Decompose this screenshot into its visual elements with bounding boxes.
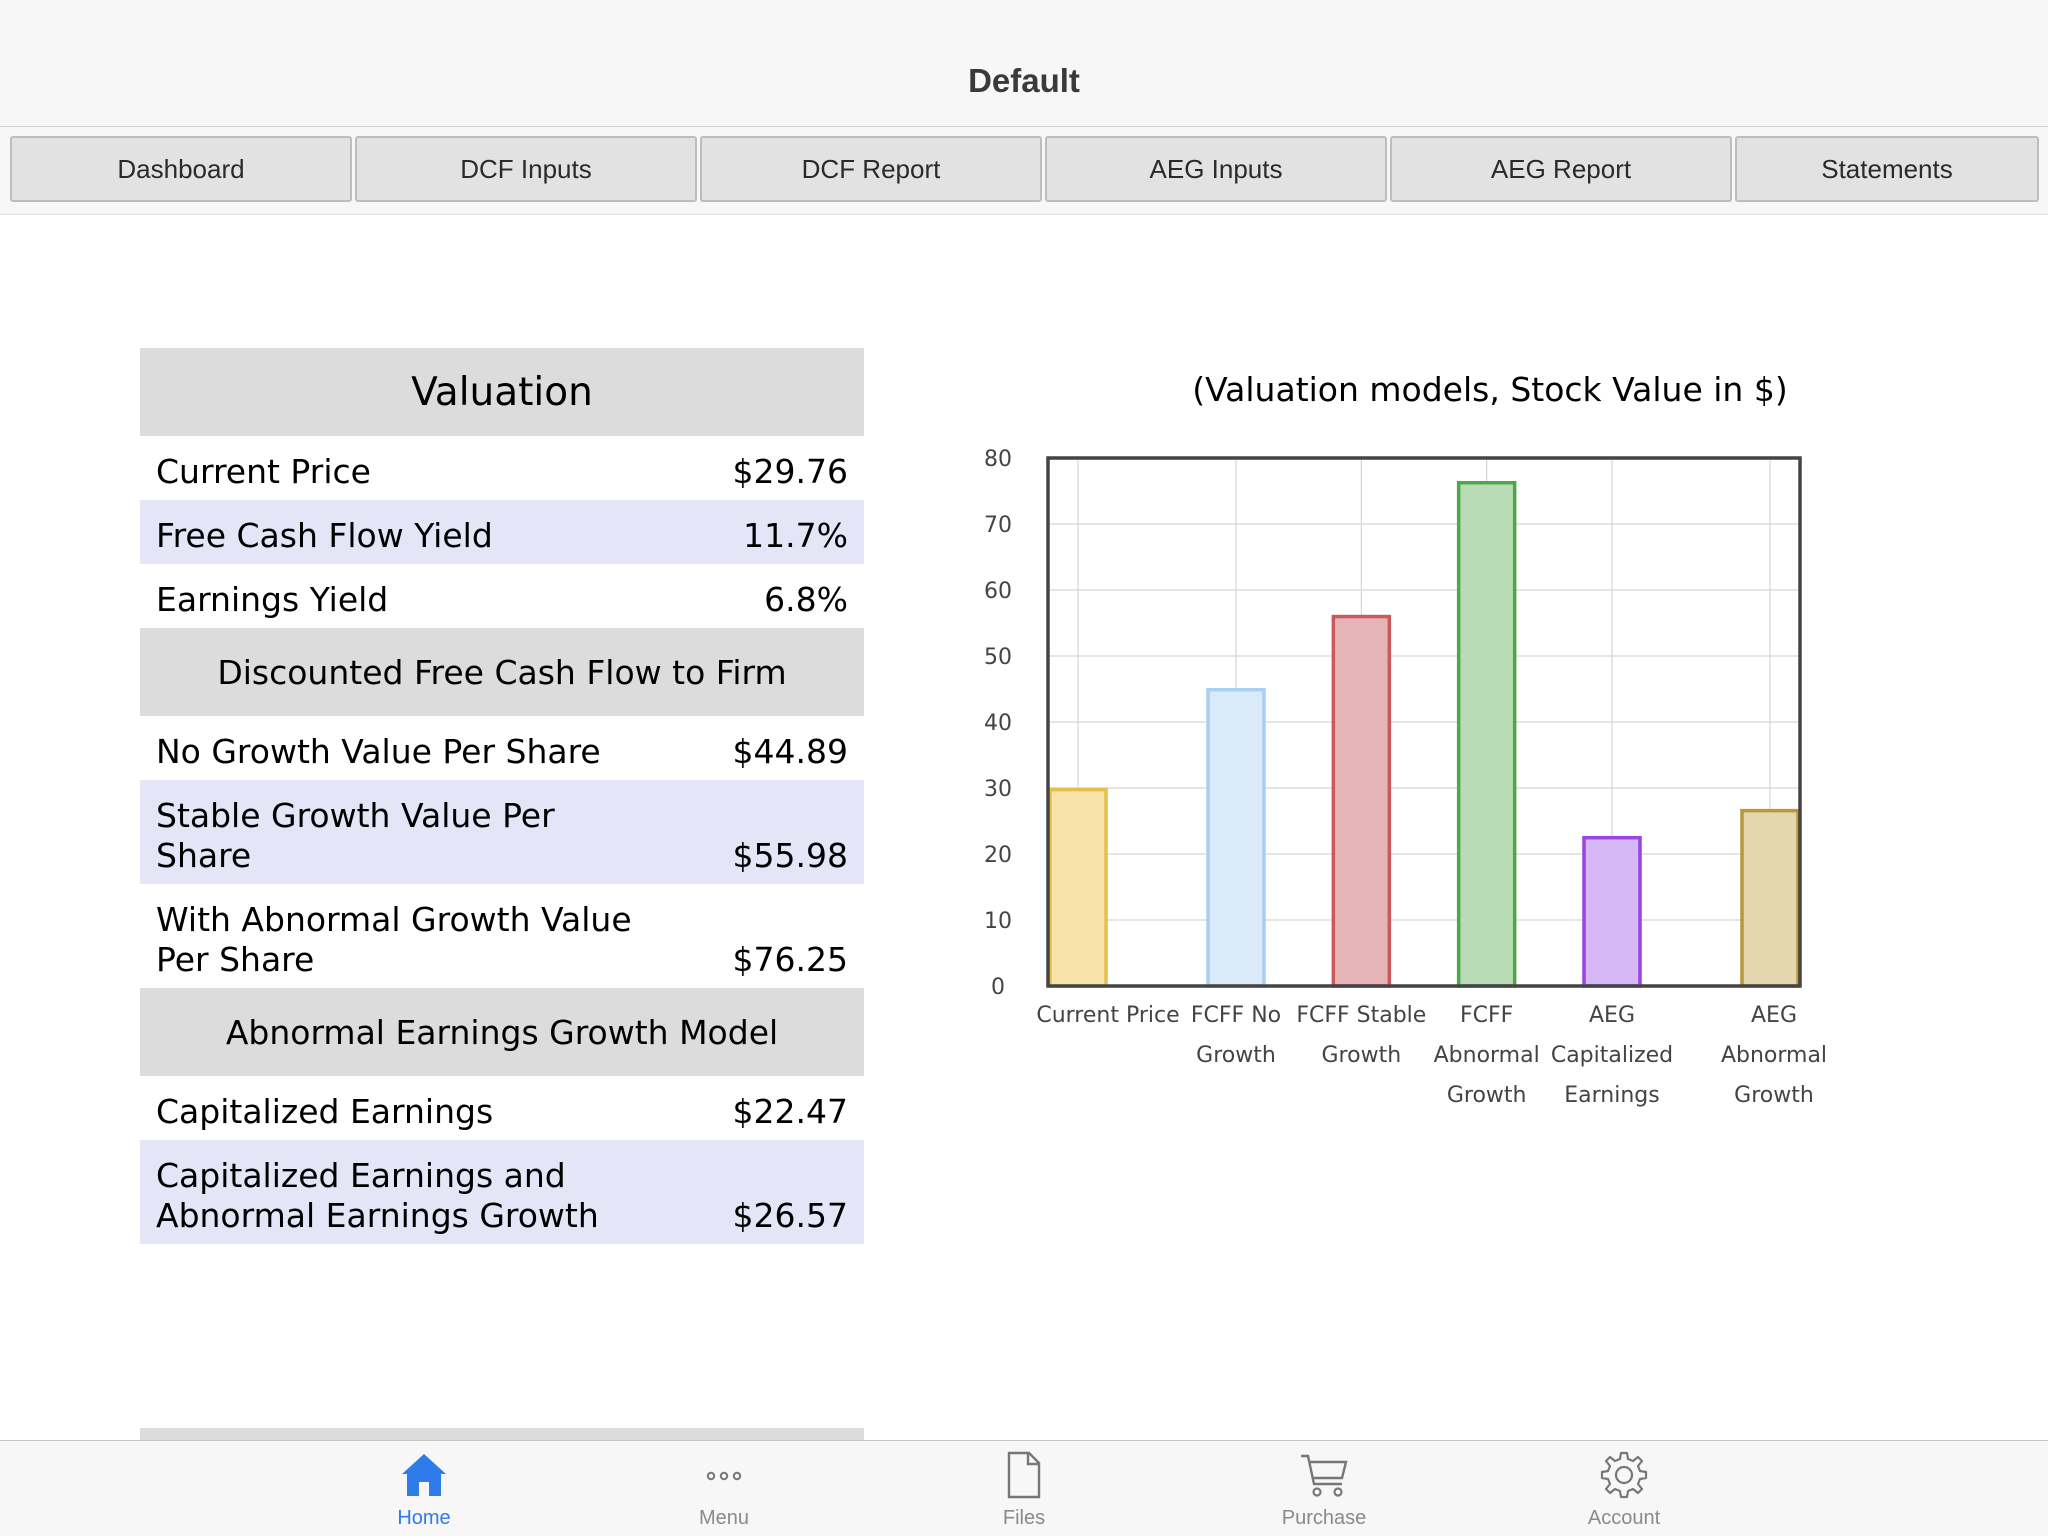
nav-home-label: Home: [397, 1507, 451, 1529]
x-tick-label: FCFF Stable: [1296, 1003, 1426, 1028]
abnormal-growth-value: $76.25: [732, 940, 848, 979]
fcf-yield-label: Free Cash Flow Yield: [156, 516, 493, 555]
x-tick-label: Earnings: [1564, 1083, 1659, 1108]
x-tick-label: Growth: [1196, 1043, 1276, 1068]
more-icon: [698, 1449, 750, 1501]
x-tick-label: Capitalized: [1551, 1043, 1673, 1068]
chart-bar: [1206, 687, 1266, 988]
chart-bar: [1582, 835, 1642, 988]
current-price-value: $29.76: [732, 452, 848, 491]
tab-bar: Dashboard DCF Inputs DCF Report AEG Inpu…: [0, 127, 2048, 215]
capitalized-aeg-label: Capitalized Earnings and Abnormal Earnin…: [156, 1156, 599, 1235]
gear-icon: [1598, 1449, 1650, 1501]
file-icon: [998, 1449, 1050, 1501]
x-tick-label: Abnormal: [1434, 1043, 1540, 1068]
nav-menu[interactable]: Menu: [644, 1441, 804, 1536]
bottom-nav: Home Menu Files Purchase Account: [0, 1440, 2048, 1536]
no-growth-label: No Growth Value Per Share: [156, 732, 601, 771]
nav-purchase-label: Purchase: [1281, 1507, 1367, 1529]
tab-aeg-inputs[interactable]: AEG Inputs: [1045, 136, 1387, 202]
chart-plot: 0 10 20 30 40 50 60 70 80 Current Price FCFF No Gro…: [984, 447, 1827, 1108]
earnings-yield-value: 6.8%: [764, 580, 848, 619]
x-tick-label: FCFF No: [1191, 1003, 1281, 1028]
y-tick-label: 40: [984, 711, 1012, 736]
chart-bar: [1331, 614, 1392, 988]
valuation-table: Valuation Current Price $29.76 Free Cash…: [140, 348, 864, 1244]
current-price-row: Current Price $29.76: [140, 436, 864, 500]
nav-home[interactable]: Home: [344, 1441, 504, 1536]
x-tick-label: Growth: [1734, 1083, 1814, 1108]
next-section-header-partial: [140, 1428, 864, 1440]
x-tick-label: FCFF: [1460, 1003, 1513, 1028]
abnormal-growth-label: With Abnormal Growth Value Per Share: [156, 900, 632, 979]
tab-statements[interactable]: Statements: [1735, 136, 2039, 202]
earnings-yield-label: Earnings Yield: [156, 580, 389, 619]
y-tick-label: 60: [984, 579, 1012, 604]
tab-dashboard[interactable]: Dashboard: [10, 136, 352, 202]
stable-growth-label: Stable Growth Value Per Share: [156, 796, 555, 875]
nav-account[interactable]: Account: [1544, 1441, 1704, 1536]
y-tick-label: 50: [984, 645, 1012, 670]
stable-growth-row: Stable Growth Value Per Share $55.98: [140, 780, 864, 884]
home-icon: [398, 1449, 450, 1501]
y-tick-label: 0: [991, 975, 1005, 1000]
current-price-label: Current Price: [156, 452, 371, 491]
stable-growth-value: $55.98: [732, 836, 848, 875]
y-tick-label: 70: [984, 513, 1012, 538]
capitalized-earnings-row: Capitalized Earnings $22.47: [140, 1076, 864, 1140]
x-tick-label: Current Price: [1036, 1003, 1179, 1028]
valuation-heading: Valuation: [140, 348, 864, 436]
nav-files[interactable]: Files: [944, 1441, 1104, 1536]
x-tick-label: Growth: [1447, 1083, 1527, 1108]
y-tick-label: 80: [984, 447, 1012, 472]
no-growth-value: $44.89: [732, 732, 848, 771]
earnings-yield-row: Earnings Yield 6.8%: [140, 564, 864, 628]
chart-bar: [1456, 481, 1517, 988]
x-tick-label: Abnormal: [1721, 1043, 1827, 1068]
abnormal-growth-row: With Abnormal Growth Value Per Share $76…: [140, 884, 864, 988]
fcf-yield-row: Free Cash Flow Yield 11.7%: [140, 500, 864, 564]
chart-bar: [1048, 787, 1108, 988]
no-growth-row: No Growth Value Per Share $44.89: [140, 716, 864, 780]
capitalized-earnings-value: $22.47: [732, 1092, 848, 1131]
capitalized-earnings-label: Capitalized Earnings: [156, 1092, 494, 1131]
chart-bar: [1740, 808, 1800, 988]
cart-icon: [1298, 1449, 1350, 1501]
valuation-chart: (Valuation models, Stock Value in $) 0 10…: [940, 360, 1900, 1120]
x-tick-label: AEG: [1589, 1003, 1635, 1028]
fcf-yield-value: 11.7%: [743, 516, 848, 555]
y-tick-label: 20: [984, 843, 1012, 868]
dcf-section-heading: Discounted Free Cash Flow to Firm: [140, 628, 864, 716]
tab-dcf-report[interactable]: DCF Report: [700, 136, 1042, 202]
nav-menu-label: Menu: [698, 1507, 750, 1529]
capitalized-aeg-row: Capitalized Earnings and Abnormal Earnin…: [140, 1140, 864, 1244]
y-tick-label: 10: [984, 909, 1012, 934]
tab-aeg-report[interactable]: AEG Report: [1390, 136, 1732, 202]
app-header: Default: [0, 0, 2048, 127]
x-tick-label: Growth: [1322, 1043, 1402, 1068]
aeg-section-heading: Abnormal Earnings Growth Model: [140, 988, 864, 1076]
nav-account-label: Account: [1587, 1507, 1661, 1529]
page-title: Default: [968, 62, 1080, 99]
tab-dcf-inputs[interactable]: DCF Inputs: [355, 136, 697, 202]
nav-purchase[interactable]: Purchase: [1244, 1441, 1404, 1536]
y-tick-label: 30: [984, 777, 1012, 802]
nav-files-label: Files: [1002, 1507, 1046, 1529]
x-tick-label: AEG: [1751, 1003, 1797, 1028]
capitalized-aeg-value: $26.57: [732, 1196, 848, 1235]
